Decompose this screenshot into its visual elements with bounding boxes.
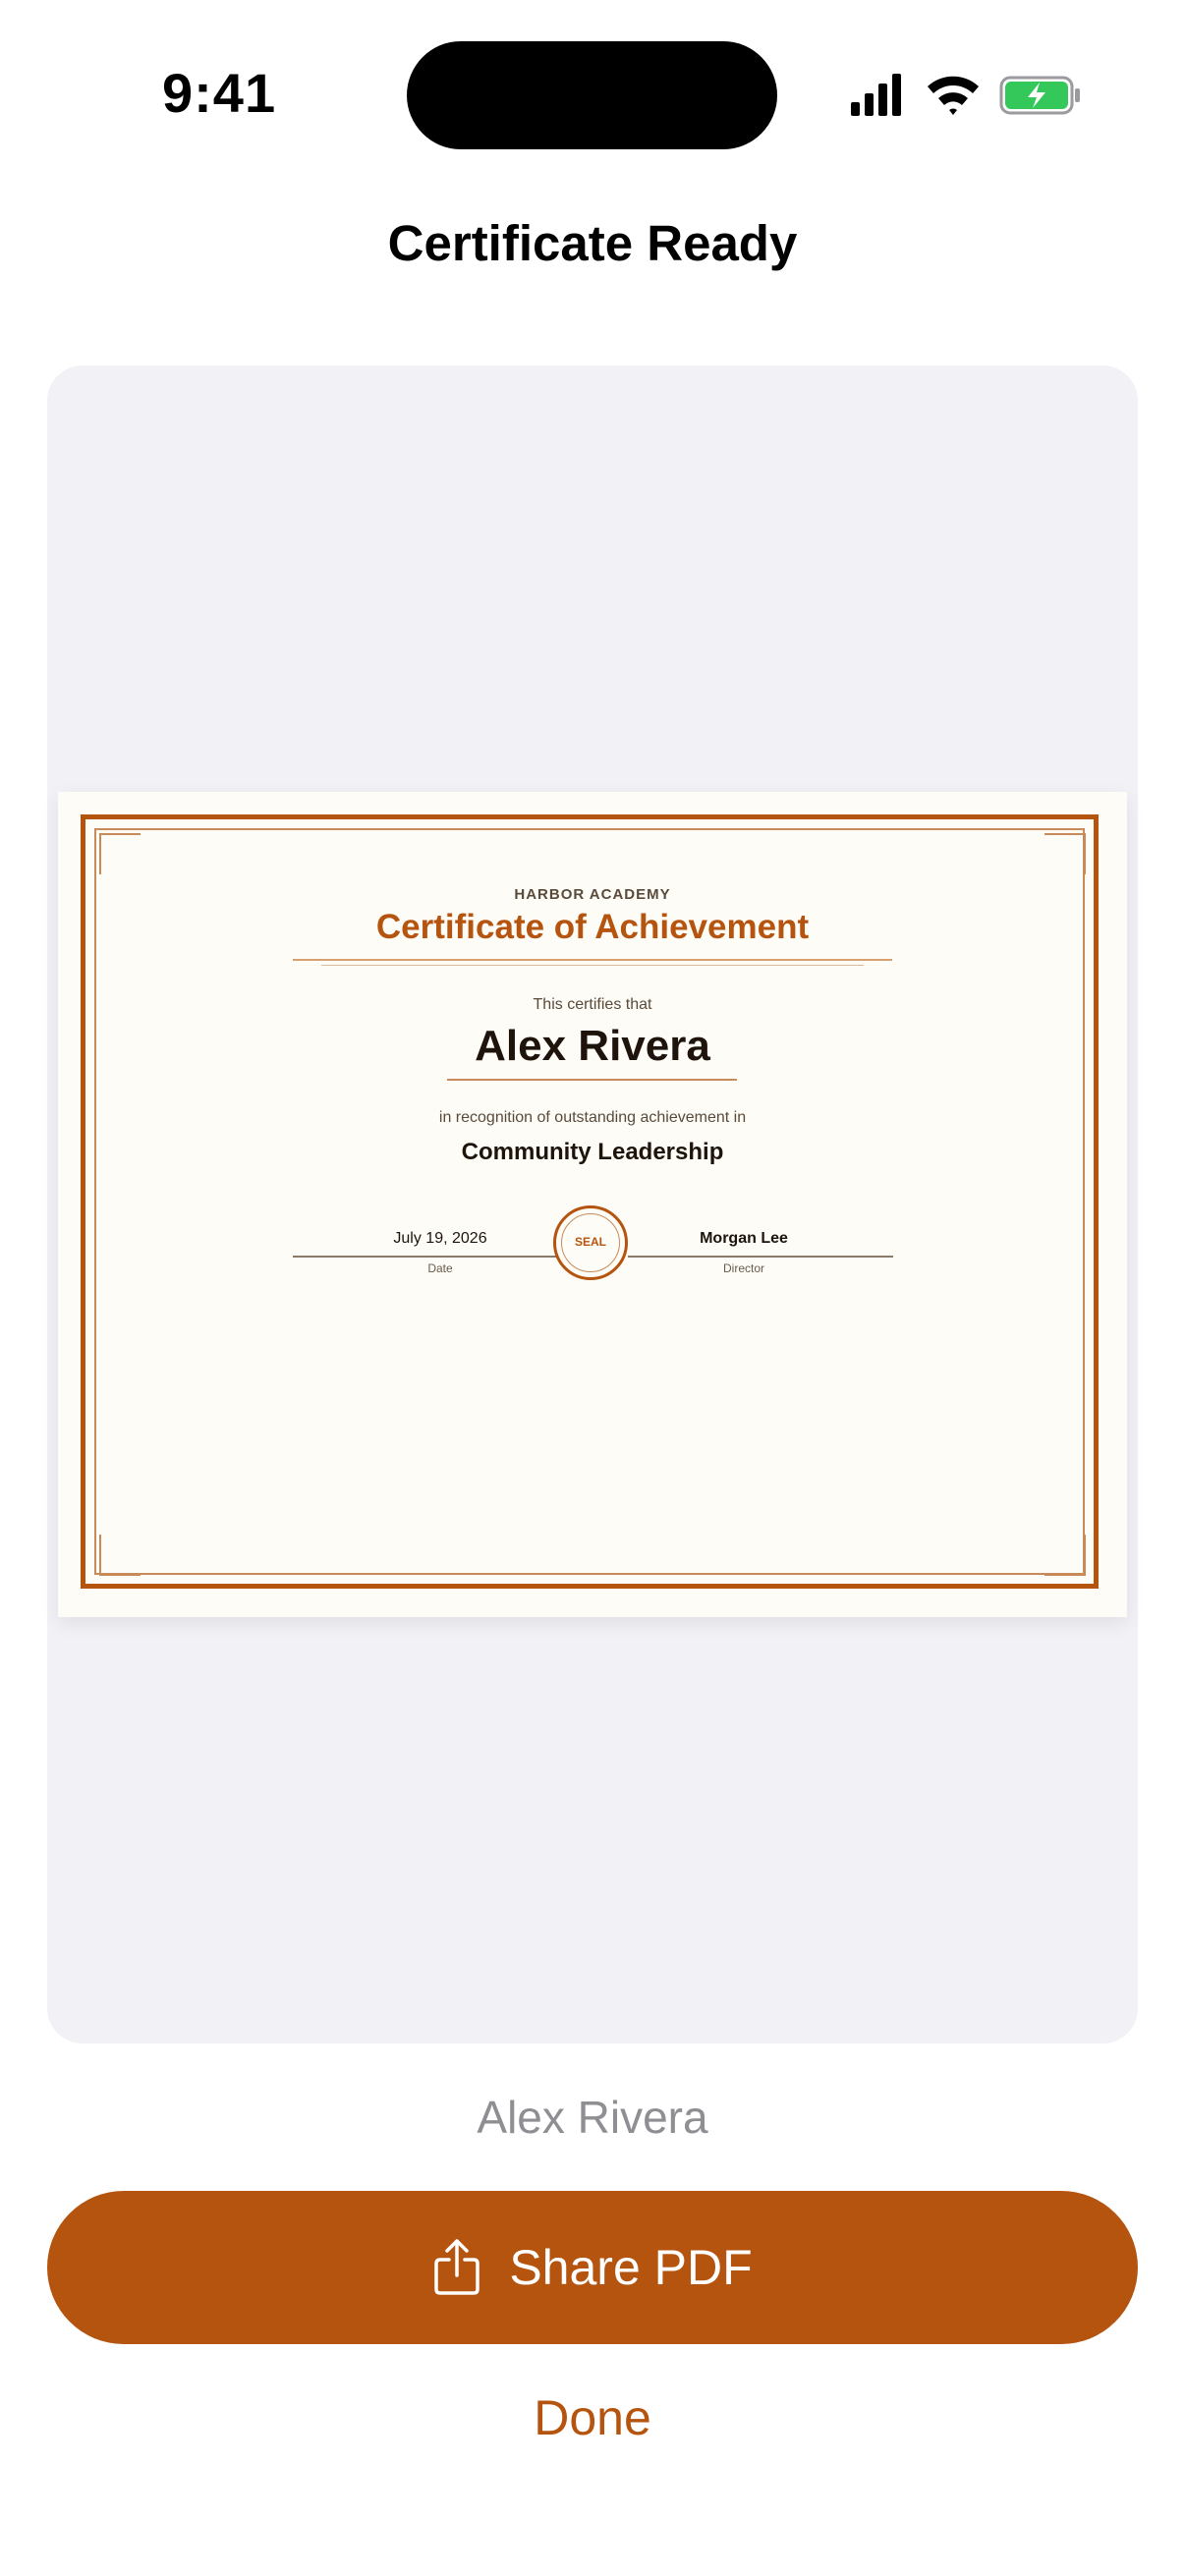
name-underline xyxy=(447,1079,737,1081)
status-icons xyxy=(851,74,1080,116)
dynamic-island xyxy=(407,41,777,149)
corner-ornament xyxy=(1044,1535,1086,1576)
recipient-caption: Alex Rivera xyxy=(477,2092,708,2143)
done-button[interactable]: Done xyxy=(445,2389,740,2458)
heading-divider xyxy=(293,959,892,961)
date-signature-line xyxy=(293,1256,558,1258)
share-pdf-button[interactable]: Share PDF xyxy=(47,2191,1138,2344)
page-title: Certificate Ready xyxy=(387,215,798,271)
wifi-icon xyxy=(928,76,979,115)
achievement-field: Community Leadership xyxy=(461,1139,724,1165)
heading-divider-thin xyxy=(321,965,864,966)
seal-emblem: SEAL xyxy=(553,1205,628,1280)
status-time: 9:41 xyxy=(162,62,277,124)
award-date: July 19, 2026 xyxy=(393,1230,487,1247)
director-signature-line xyxy=(628,1256,893,1258)
share-pdf-label: Share PDF xyxy=(509,2240,753,2295)
corner-ornament xyxy=(1044,833,1086,874)
certificate-preview: HARBOR ACADEMY Certificate of Achievemen… xyxy=(58,792,1127,1617)
seal-text: SEAL xyxy=(574,1235,606,1249)
recognition-text: in recognition of outstanding achievemen… xyxy=(438,1109,747,1126)
certificate-heading: Certificate of Achievement xyxy=(375,908,810,946)
share-icon xyxy=(434,2239,480,2295)
corner-ornament xyxy=(99,1535,141,1576)
signer-name: Morgan Lee xyxy=(700,1230,788,1247)
cellular-signal-icon xyxy=(851,74,901,116)
recipient-name: Alex Rivera xyxy=(475,1022,710,1070)
battery-charging-icon xyxy=(999,76,1080,115)
certificate-organization: HARBOR ACADEMY xyxy=(514,886,671,903)
screen: 9:41 Certificate Ready HARBOR ACADEMY Ce… xyxy=(0,0,1185,2576)
signer-label: Director xyxy=(722,1261,764,1275)
corner-ornament xyxy=(99,833,141,874)
certifies-text: This certifies that xyxy=(533,996,652,1013)
date-label: Date xyxy=(427,1261,453,1275)
